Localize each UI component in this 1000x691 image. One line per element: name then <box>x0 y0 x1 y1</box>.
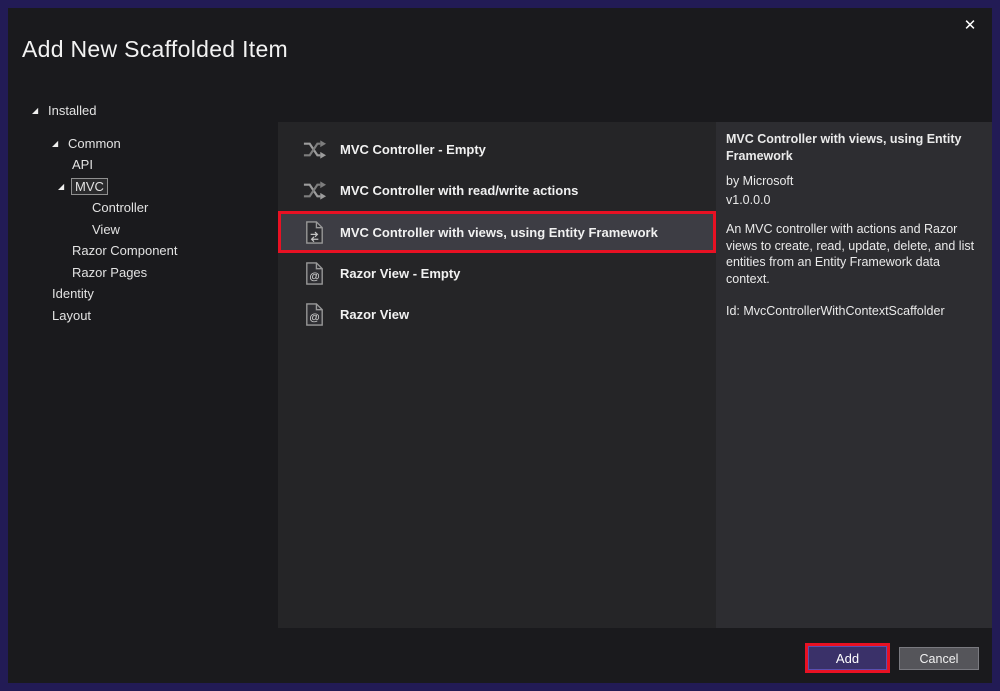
tree-item-mvc[interactable]: ◢ MVC <box>8 176 276 198</box>
tree-item-api[interactable]: API <box>8 154 276 176</box>
tree-item-identity[interactable]: Identity <box>8 283 276 305</box>
tree-item-label: View <box>92 222 120 237</box>
template-list: MVC Controller - Empty MVC Controller wi… <box>278 122 716 628</box>
details-author: by Microsoft <box>726 173 980 190</box>
category-tree: ◢ Installed ◢ Common API ◢ MVC Controlle… <box>8 100 276 326</box>
template-item-label: MVC Controller - Empty <box>340 142 486 157</box>
template-item-label: Razor View - Empty <box>340 266 460 281</box>
razor-view-icon: @ <box>302 302 327 327</box>
tree-item-label: Razor Pages <box>72 265 147 280</box>
template-item-mvc-controller-empty[interactable]: MVC Controller - Empty <box>278 129 716 170</box>
tree-item-label: Layout <box>52 308 91 323</box>
add-button[interactable]: Add <box>805 643 890 673</box>
tree-item-installed[interactable]: ◢ Installed <box>8 100 276 122</box>
details-panel: MVC Controller with views, using Entity … <box>716 122 992 628</box>
tree-item-controller[interactable]: Controller <box>8 197 276 219</box>
template-item-razor-view-empty[interactable]: @ Razor View - Empty <box>278 253 716 294</box>
mvc-controller-icon <box>302 137 327 162</box>
tree-item-layout[interactable]: Layout <box>8 305 276 327</box>
details-id: Id: MvcControllerWithContextScaffolder <box>726 303 980 320</box>
svg-text:@: @ <box>309 270 319 282</box>
mvc-controller-ef-icon <box>302 220 327 245</box>
tree-item-label: Common <box>68 136 121 151</box>
details-title: MVC Controller with views, using Entity … <box>726 131 980 164</box>
cancel-button[interactable]: Cancel <box>899 647 979 670</box>
template-item-label: MVC Controller with views, using Entity … <box>340 225 658 240</box>
tree-item-common[interactable]: ◢ Common <box>8 133 276 155</box>
tree-item-label: Identity <box>52 286 94 301</box>
tree-item-razor-pages[interactable]: Razor Pages <box>8 262 276 284</box>
tree-item-label: Installed <box>48 103 96 118</box>
close-icon[interactable]: ✕ <box>956 12 984 38</box>
tree-item-label: Razor Component <box>72 243 178 258</box>
svg-text:@: @ <box>309 311 319 323</box>
razor-view-icon: @ <box>302 261 327 286</box>
template-item-label: Razor View <box>340 307 409 322</box>
template-item-razor-view[interactable]: @ Razor View <box>278 294 716 335</box>
expand-arrow-icon[interactable]: ◢ <box>58 182 72 191</box>
template-item-label: MVC Controller with read/write actions <box>340 183 578 198</box>
template-item-mvc-controller-readwrite[interactable]: MVC Controller with read/write actions <box>278 170 716 211</box>
tree-item-label: MVC <box>71 178 108 195</box>
expand-arrow-icon[interactable]: ◢ <box>32 106 46 115</box>
tree-item-label: Controller <box>92 200 148 215</box>
dialog-title: Add New Scaffolded Item <box>22 36 288 63</box>
template-item-mvc-controller-views-ef[interactable]: MVC Controller with views, using Entity … <box>278 211 716 253</box>
add-scaffolded-item-dialog: ✕ Add New Scaffolded Item ◢ Installed ◢ … <box>0 0 1000 691</box>
tree-item-view[interactable]: View <box>8 219 276 241</box>
details-description: An MVC controller with actions and Razor… <box>726 221 980 287</box>
tree-item-label: API <box>72 157 93 172</box>
expand-arrow-icon[interactable]: ◢ <box>52 139 66 148</box>
details-version: v1.0.0.0 <box>726 192 980 209</box>
mvc-controller-icon <box>302 178 327 203</box>
tree-item-razor-component[interactable]: Razor Component <box>8 240 276 262</box>
